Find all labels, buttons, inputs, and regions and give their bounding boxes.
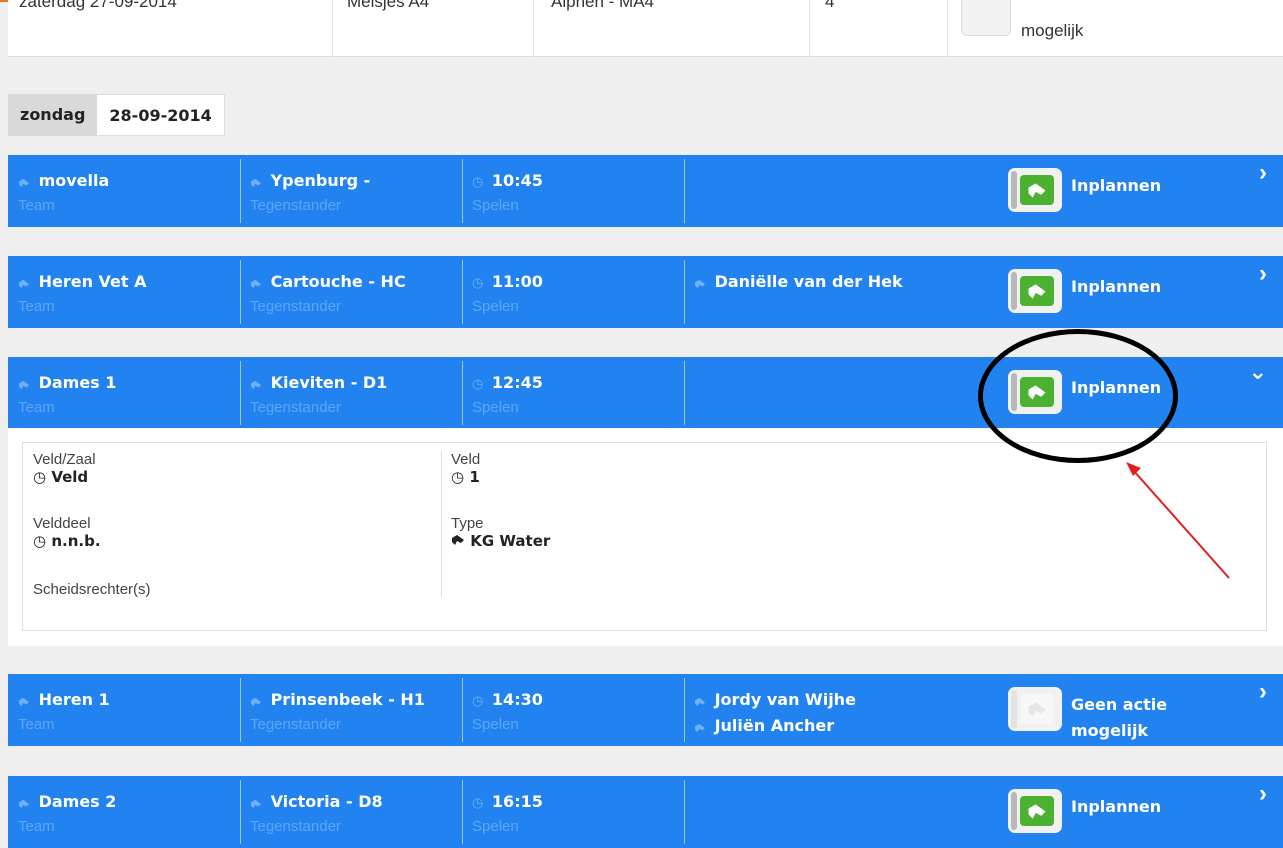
annotation-arrow xyxy=(1126,462,1230,579)
